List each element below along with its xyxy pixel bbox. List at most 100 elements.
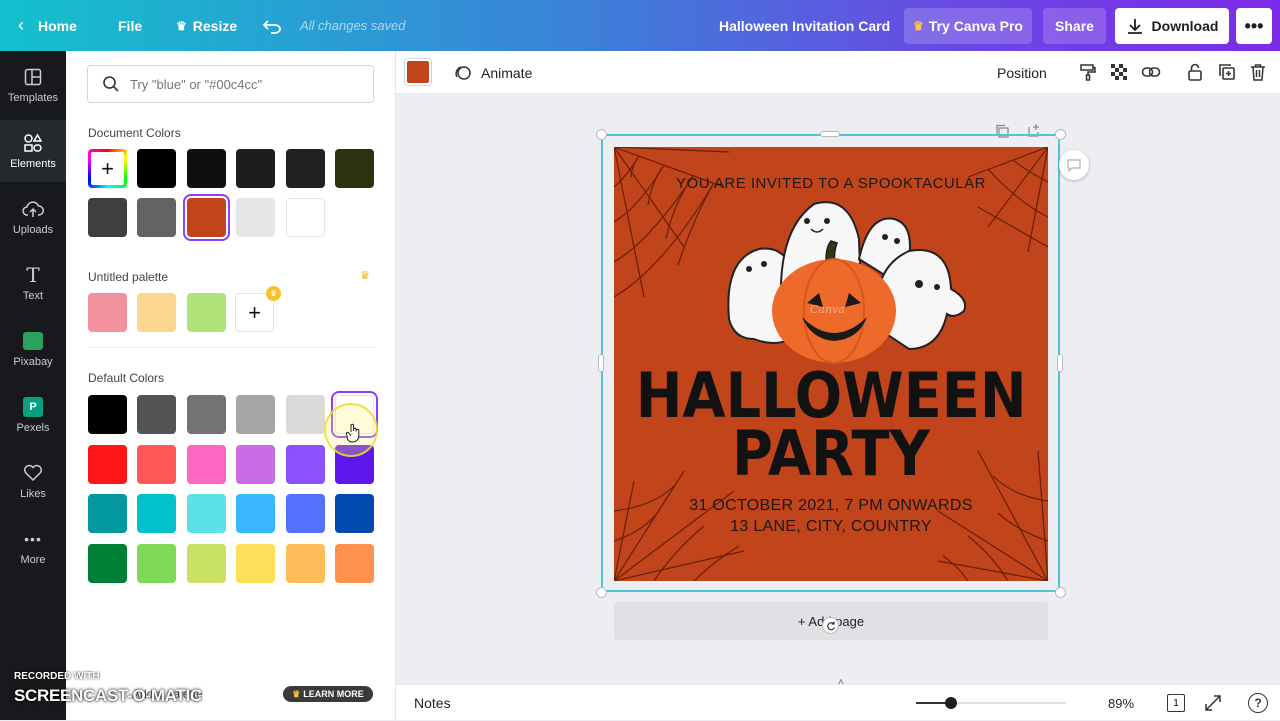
animate-button[interactable]: Animate <box>454 51 532 94</box>
screencast-brand: SCREENCAST-O-MATIC <box>14 686 202 705</box>
share-button[interactable]: Share <box>1043 8 1106 44</box>
text-color-button[interactable] <box>404 58 432 86</box>
default-color-swatch[interactable] <box>186 395 226 434</box>
file-menu[interactable]: File <box>118 0 142 51</box>
elements-icon <box>22 132 44 154</box>
add-palette-color-button[interactable]: + ♛ <box>235 286 281 332</box>
default-color-swatch[interactable] <box>236 543 276 583</box>
learn-more-button[interactable]: ♛ LEARN MORE <box>283 686 373 702</box>
default-color-swatch[interactable] <box>186 543 226 583</box>
rotate-handle[interactable] <box>822 617 839 634</box>
download-icon <box>1127 19 1142 34</box>
paint-roller-icon[interactable] <box>1079 63 1097 81</box>
address-line[interactable]: 13 LANE, CITY, COUNTRY <box>614 518 1048 536</box>
document-color-swatch[interactable] <box>335 149 374 188</box>
palette-color-swatch[interactable] <box>186 293 226 332</box>
try-pro-button[interactable]: ♛ Try Canva Pro <box>904 8 1032 44</box>
default-color-swatch[interactable] <box>186 444 226 484</box>
rail-uploads[interactable]: Uploads <box>0 186 66 248</box>
default-color-swatch[interactable] <box>88 444 127 484</box>
resize-handle[interactable] <box>1055 129 1066 140</box>
fullscreen-icon[interactable] <box>1204 694 1222 712</box>
default-color-swatch[interactable] <box>137 543 177 583</box>
resize-handle[interactable] <box>1057 354 1063 372</box>
document-color-swatch[interactable] <box>186 198 226 237</box>
document-color-swatch[interactable] <box>285 198 325 237</box>
default-color-swatch[interactable] <box>236 395 276 434</box>
invite-line[interactable]: YOU ARE INVITED TO A SPOOKTACULAR <box>614 175 1048 192</box>
home-button[interactable]: ‹ Home <box>18 0 77 51</box>
rail-elements-label: Elements <box>10 158 56 170</box>
comment-button[interactable] <box>1059 150 1089 180</box>
rail-templates[interactable]: Templates <box>0 54 66 116</box>
link-icon[interactable] <box>1141 63 1161 81</box>
vertical-scrollbar[interactable] <box>1272 98 1280 668</box>
hand-cursor-icon <box>346 423 360 443</box>
default-color-swatch[interactable] <box>285 494 325 533</box>
title-party[interactable]: PARTY <box>636 423 1027 485</box>
default-color-swatch[interactable] <box>285 444 325 484</box>
add-color-button[interactable]: + <box>88 149 127 188</box>
resize-handle[interactable] <box>1055 587 1066 598</box>
document-color-swatch[interactable] <box>137 198 177 237</box>
resize-handle[interactable] <box>596 129 607 140</box>
notes-button[interactable]: Notes <box>414 685 451 721</box>
default-color-swatch[interactable] <box>137 494 177 533</box>
rail-text[interactable]: T Text <box>0 252 66 314</box>
default-color-swatch[interactable] <box>285 395 325 434</box>
default-color-swatch[interactable] <box>88 494 127 533</box>
rail-likes[interactable]: Likes <box>0 450 66 512</box>
document-color-swatch[interactable] <box>88 198 127 237</box>
lock-icon[interactable] <box>1186 63 1204 81</box>
default-color-swatch[interactable] <box>335 494 374 533</box>
trash-icon[interactable] <box>1249 63 1267 81</box>
date-line[interactable]: 31 OCTOBER 2021, 7 PM ONWARDS <box>614 497 1048 515</box>
document-color-swatch[interactable] <box>285 149 325 188</box>
default-color-swatch[interactable] <box>137 444 177 484</box>
help-icon: ? <box>1254 696 1262 710</box>
palette-color-swatch[interactable] <box>137 293 177 332</box>
position-button[interactable]: Position <box>997 51 1047 94</box>
undo-button[interactable] <box>262 0 282 51</box>
zoom-level[interactable]: 89% <box>1108 685 1134 721</box>
scroll-caret-icon[interactable]: ˄ <box>838 677 844 688</box>
rail-pixabay[interactable]: Pixabay <box>0 318 66 380</box>
rail-elements[interactable]: Elements <box>0 120 66 182</box>
default-color-swatch[interactable] <box>88 395 127 434</box>
default-color-swatch[interactable] <box>88 543 127 583</box>
bottom-bar: ˄ Notes 89% 1 ? <box>396 677 1280 721</box>
rail-more[interactable]: ••• More <box>0 516 66 578</box>
rail-pexels[interactable]: P Pexels <box>0 384 66 446</box>
crown-badge-icon: ♛ <box>266 286 281 301</box>
page-count-button[interactable]: 1 <box>1167 694 1185 712</box>
default-color-swatch[interactable] <box>137 395 177 434</box>
default-color-swatch[interactable] <box>236 444 276 484</box>
default-color-swatch[interactable] <box>285 543 325 583</box>
more-options-button[interactable]: ••• <box>1236 8 1272 44</box>
resize-handle[interactable] <box>596 587 607 598</box>
ghosts-pumpkin-illustration[interactable] <box>719 199 979 369</box>
resize-handle[interactable] <box>820 131 840 137</box>
document-color-swatch[interactable] <box>236 149 276 188</box>
zoom-slider-knob[interactable] <box>944 697 957 709</box>
zoom-slider[interactable] <box>916 697 1066 709</box>
help-button[interactable]: ? <box>1248 693 1268 713</box>
rail-uploads-label: Uploads <box>12 224 54 236</box>
invitation-card[interactable]: YOU ARE INVITED TO A SPOOKTACULAR Canva … <box>614 147 1048 581</box>
color-search[interactable] <box>87 65 374 103</box>
palette-color-swatch[interactable] <box>88 293 127 332</box>
document-color-swatch[interactable] <box>186 149 226 188</box>
color-search-input[interactable] <box>130 76 360 92</box>
document-color-swatch[interactable] <box>236 198 276 237</box>
default-color-swatch[interactable] <box>335 543 374 583</box>
rail-text-label: Text <box>22 290 44 302</box>
transparency-icon[interactable] <box>1110 63 1128 81</box>
resize-button[interactable]: ♛ Resize <box>176 0 237 51</box>
default-color-swatch[interactable] <box>186 494 226 533</box>
document-title[interactable]: Halloween Invitation Card <box>719 0 890 51</box>
resize-handle[interactable] <box>598 354 604 372</box>
duplicate-icon[interactable] <box>1218 63 1236 81</box>
document-color-swatch[interactable] <box>137 149 177 188</box>
default-color-swatch[interactable] <box>236 494 276 533</box>
download-button[interactable]: Download <box>1115 8 1229 44</box>
